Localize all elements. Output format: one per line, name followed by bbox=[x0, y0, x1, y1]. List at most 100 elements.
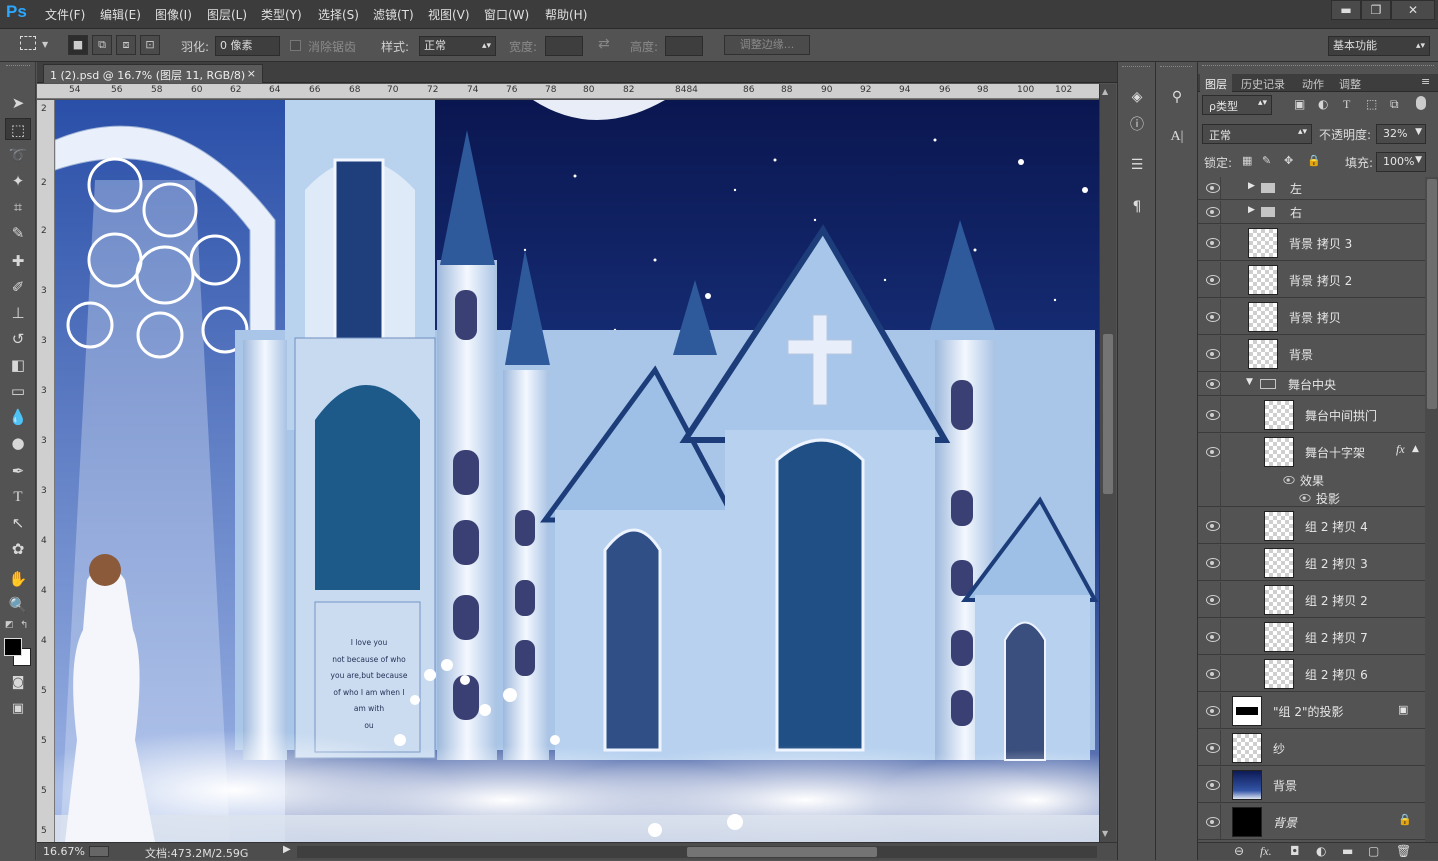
visibility-eye-icon[interactable] bbox=[1206, 669, 1220, 679]
fx-icon[interactable]: fx bbox=[1396, 442, 1405, 457]
menu-layer[interactable]: 图层(L) bbox=[207, 6, 247, 23]
layer-row[interactable]: 背景 拷贝 bbox=[1198, 299, 1425, 335]
character-panel-icon[interactable]: A| bbox=[1165, 126, 1189, 148]
foreground-color-swatch[interactable] bbox=[4, 638, 22, 656]
refine-edge-button[interactable]: 调整边缘... bbox=[724, 35, 810, 55]
layer-row[interactable]: 背景 bbox=[1198, 336, 1425, 372]
crop-tool-icon[interactable]: ⌗ bbox=[5, 196, 31, 218]
visibility-eye-icon[interactable] bbox=[1206, 183, 1220, 193]
marquee-tool-icon[interactable] bbox=[20, 36, 36, 50]
visibility-eye-icon[interactable] bbox=[1206, 410, 1220, 420]
tab-adjustments[interactable]: 调整 bbox=[1334, 74, 1366, 92]
stamp-tool-icon[interactable]: ⊥ bbox=[5, 302, 31, 324]
tab-history[interactable]: 历史记录 bbox=[1236, 74, 1290, 92]
layer-filter-select[interactable]: ρ类型 ▴▾ bbox=[1202, 95, 1272, 115]
width-input[interactable] bbox=[545, 36, 583, 56]
layers-scroll-thumb[interactable] bbox=[1427, 179, 1437, 409]
visibility-eye-icon[interactable] bbox=[1206, 207, 1220, 217]
lock-transparency-icon[interactable]: ▦ bbox=[1242, 154, 1252, 167]
lock-all-icon[interactable]: 🔒 bbox=[1307, 154, 1321, 167]
scroll-up-icon[interactable]: ▲ bbox=[1102, 87, 1108, 96]
rect-marquee-tool-icon[interactable]: ⬚ bbox=[5, 118, 31, 140]
eraser-tool-icon[interactable]: ◧ bbox=[5, 354, 31, 376]
add-mask-icon[interactable]: ◘ bbox=[1290, 844, 1300, 858]
brush-tool-icon[interactable]: ✐ bbox=[5, 276, 31, 298]
tab-actions[interactable]: 动作 bbox=[1297, 74, 1329, 92]
layer-row[interactable]: 组 2 拷贝 2 bbox=[1198, 582, 1425, 618]
blend-mode-select[interactable]: 正常 ▴▾ bbox=[1202, 124, 1312, 144]
height-input[interactable] bbox=[665, 36, 703, 56]
menu-type[interactable]: 类型(Y) bbox=[261, 6, 302, 23]
visibility-eye-icon[interactable] bbox=[1206, 706, 1220, 716]
visibility-eye-icon[interactable] bbox=[1206, 521, 1220, 531]
layer-row[interactable]: 组 2 拷贝 7 bbox=[1198, 619, 1425, 655]
status-menu-arrow-icon[interactable]: ▶ bbox=[283, 844, 291, 855]
filter-type-icon[interactable]: T bbox=[1343, 97, 1350, 112]
layer-row[interactable]: 组 2 拷贝 4 bbox=[1198, 508, 1425, 544]
filter-pixel-icon[interactable]: ▣ bbox=[1294, 97, 1305, 111]
filter-toggle[interactable] bbox=[1416, 96, 1426, 110]
scroll-down-icon[interactable]: ▼ bbox=[1102, 829, 1108, 838]
style-select[interactable]: 正常 ▴▾ bbox=[419, 36, 496, 56]
layers-scrollbar[interactable] bbox=[1425, 177, 1438, 842]
layer-row[interactable]: 舞台中间拱门 bbox=[1198, 397, 1425, 433]
menu-select[interactable]: 选择(S) bbox=[318, 6, 359, 23]
dodge-tool-icon[interactable]: ● bbox=[5, 432, 31, 454]
new-layer-icon[interactable]: ▢ bbox=[1368, 844, 1379, 858]
fill-input[interactable]: 100% ▼ bbox=[1376, 152, 1426, 172]
menu-view[interactable]: 视图(V) bbox=[428, 6, 470, 23]
effects-row[interactable]: 效果 bbox=[1198, 471, 1425, 489]
eyedropper-tool-icon[interactable]: ✎ bbox=[5, 222, 31, 244]
visibility-eye-icon[interactable] bbox=[1206, 379, 1220, 389]
expand-arrow-icon[interactable]: ▶ bbox=[1248, 205, 1255, 215]
layer-row[interactable]: 舞台十字架 fx ▲ bbox=[1198, 434, 1425, 470]
pen-tool-icon[interactable]: ✒ bbox=[5, 460, 31, 482]
layer-row[interactable]: ▶ 右 bbox=[1198, 201, 1425, 224]
menu-file[interactable]: 文件(F) bbox=[45, 6, 85, 23]
visibility-eye-icon[interactable] bbox=[1206, 817, 1220, 827]
blur-tool-icon[interactable]: 💧 bbox=[5, 406, 31, 428]
gradient-tool-icon[interactable]: ▭ bbox=[5, 380, 31, 402]
close-button[interactable]: ✕ bbox=[1391, 0, 1435, 20]
lock-pixels-icon[interactable]: ✎ bbox=[1262, 154, 1271, 167]
feather-input[interactable]: 0 像素 bbox=[215, 36, 280, 56]
antialias-checkbox[interactable] bbox=[290, 40, 301, 51]
layer-row[interactable]: 组 2 拷贝 3 bbox=[1198, 545, 1425, 581]
visibility-eye-icon[interactable] bbox=[1206, 780, 1220, 790]
canvas-vertical-scrollbar[interactable]: ▲ ▼ bbox=[1099, 84, 1116, 842]
layer-row[interactable]: 组 2 拷贝 6 bbox=[1198, 656, 1425, 692]
workspace-select[interactable]: 基本功能 ▴▾ bbox=[1328, 36, 1430, 56]
magic-wand-tool-icon[interactable]: ✦ bbox=[5, 170, 31, 192]
hand-tool-icon[interactable]: ✋ bbox=[5, 568, 31, 590]
menu-window[interactable]: 窗口(W) bbox=[484, 6, 529, 23]
link-layers-icon[interactable]: ⊖ bbox=[1234, 844, 1244, 858]
tab-layers[interactable]: 图层 bbox=[1200, 74, 1232, 92]
quick-mask-icon[interactable]: ◙ bbox=[5, 672, 31, 694]
intersect-selection-icon[interactable]: ⊡ bbox=[140, 35, 160, 55]
visibility-eye-icon[interactable] bbox=[1206, 743, 1220, 753]
visibility-eye-icon[interactable] bbox=[1206, 595, 1220, 605]
visibility-eye-icon[interactable] bbox=[1206, 558, 1220, 568]
chevron-down-icon[interactable]: ▼ bbox=[42, 40, 48, 49]
layer-row[interactable]: 背景 拷贝 2 bbox=[1198, 262, 1425, 298]
path-selection-tool-icon[interactable]: ↖ bbox=[5, 512, 31, 534]
lock-position-icon[interactable]: ✥ bbox=[1284, 154, 1293, 167]
visibility-eye-icon[interactable] bbox=[1206, 312, 1220, 322]
add-style-icon[interactable]: fx. bbox=[1260, 844, 1272, 859]
swap-icon[interactable]: ⇄ bbox=[598, 36, 610, 52]
swap-colors-icon[interactable]: ↰ bbox=[20, 620, 28, 631]
screen-mode-icon[interactable]: ▣ bbox=[5, 698, 31, 720]
lasso-tool-icon[interactable]: ➰ bbox=[5, 144, 31, 166]
default-colors-icon[interactable]: ◩ bbox=[5, 620, 14, 630]
close-tab-icon[interactable]: × bbox=[247, 67, 256, 80]
add-selection-icon[interactable]: ⧉ bbox=[92, 35, 112, 55]
properties-panel-icon[interactable]: ☰ bbox=[1125, 154, 1149, 176]
shape-tool-icon[interactable]: ✿ bbox=[5, 538, 31, 560]
info-panel-icon[interactable]: ⓘ bbox=[1125, 114, 1149, 136]
brush-preset-icon[interactable]: ⚲ bbox=[1165, 86, 1189, 108]
visibility-eye-icon[interactable] bbox=[1206, 349, 1220, 359]
new-adjustment-icon[interactable]: ◐ bbox=[1316, 844, 1326, 858]
minimize-button[interactable]: ▬ bbox=[1331, 0, 1361, 20]
menu-help[interactable]: 帮助(H) bbox=[545, 6, 587, 23]
layer-row[interactable]: ▼ 舞台中央 bbox=[1198, 373, 1425, 396]
